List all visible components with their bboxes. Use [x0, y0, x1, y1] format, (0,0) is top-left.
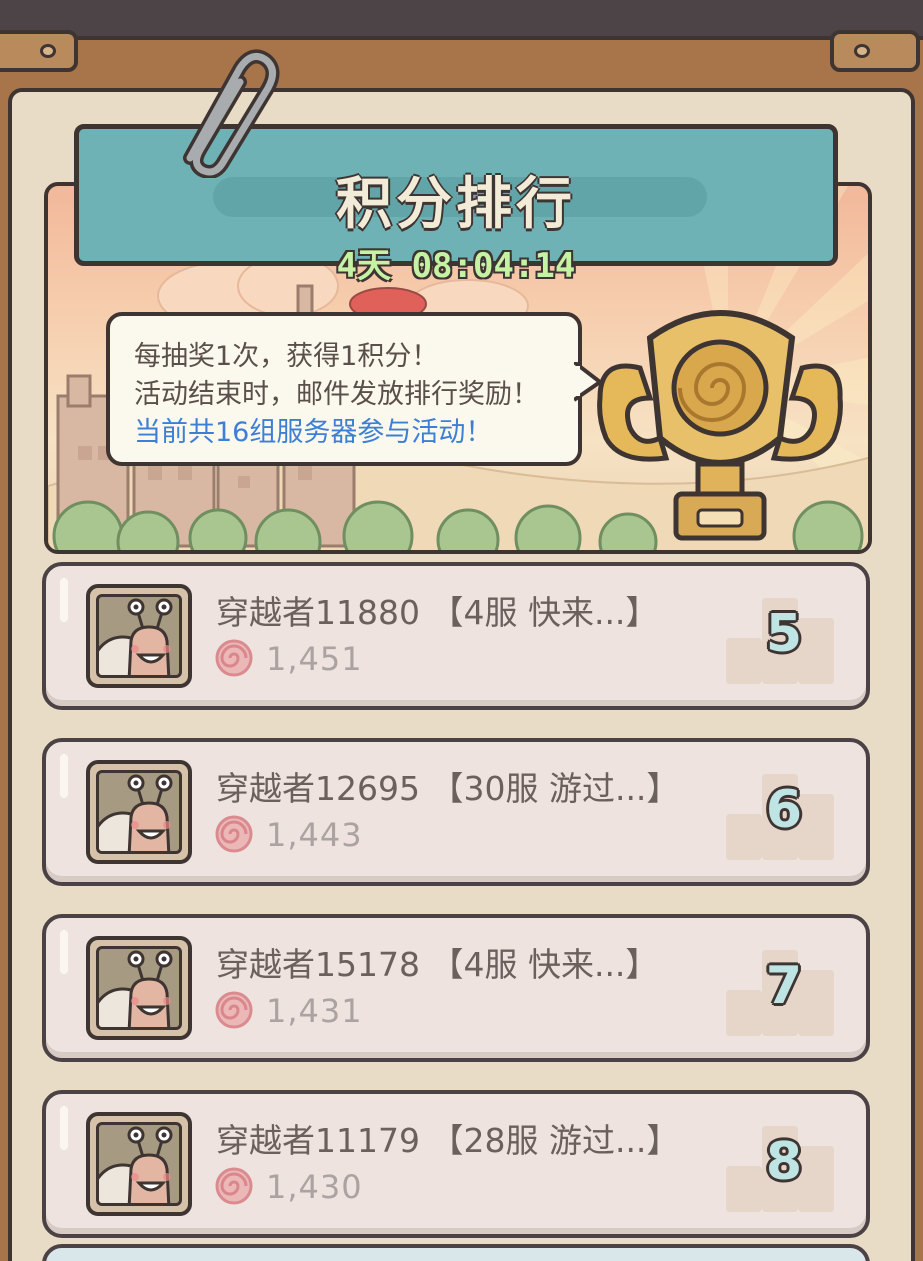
- player-name: 穿越者11880 【4服 快来...】: [216, 593, 659, 632]
- info-bubble: 每抽奖1次，获得1积分！ 活动结束时，邮件发放排行奖励！ 当前共16组服务器参与…: [106, 312, 582, 466]
- ranking-screen: 积分排行 4天 08:04:14 每抽奖1次，获得1积分！ 活动结束时，邮件发放…: [0, 0, 923, 1261]
- avatar[interactable]: [86, 1112, 192, 1216]
- rank-number: 8: [765, 1132, 803, 1192]
- snail-avatar-icon: [99, 950, 173, 1027]
- snail-avatar-icon: [99, 598, 173, 675]
- snail-shell-icon: [215, 815, 253, 853]
- snail-avatar-icon: [99, 774, 173, 851]
- snail-shell-icon: [215, 991, 253, 1029]
- leaderboard-row[interactable]: 穿越者11179 【28服 游过...】 1,430 8: [42, 1090, 870, 1238]
- player-score: 1,451: [266, 640, 363, 678]
- frame-tab-left: [0, 30, 78, 72]
- rank-number: 5: [765, 604, 803, 664]
- info-line-reward-rule: 活动结束时，邮件发放排行奖励！: [134, 379, 539, 410]
- avatar[interactable]: [86, 936, 192, 1040]
- frame-tab-right: [830, 30, 920, 72]
- leaderboard-row[interactable]: 穿越者12695 【30服 游过...】 1,443 6: [42, 738, 870, 886]
- row-shine: [60, 930, 68, 974]
- player-score: 1,430: [266, 1168, 363, 1206]
- player-name: 穿越者11179 【28服 游过...】: [216, 1121, 680, 1160]
- avatar[interactable]: [86, 584, 192, 688]
- list-item[interactable]: [42, 1244, 870, 1261]
- row-shine: [60, 1106, 68, 1150]
- player-name: 穿越者15178 【4服 快来...】: [216, 945, 659, 984]
- trophy-icon: [597, 310, 843, 541]
- row-shine: [60, 754, 68, 798]
- player-name: 穿越者12695 【30服 游过...】: [216, 769, 680, 808]
- nail-icon: [40, 44, 56, 58]
- nail-icon: [854, 44, 870, 58]
- leaderboard-row[interactable]: 穿越者11880 【4服 快来...】 1,451 5: [42, 562, 870, 710]
- player-score: 1,431: [266, 992, 363, 1030]
- info-line-server-count: 当前共16组服务器参与活动！: [134, 417, 493, 448]
- countdown-timer: 4天 08:04:14: [336, 246, 576, 286]
- snail-shell-icon: [215, 1167, 253, 1205]
- rank-number: 7: [765, 956, 803, 1016]
- bubble-tail: [574, 362, 604, 402]
- info-line-draw-rule: 每抽奖1次，获得1积分！: [134, 341, 439, 372]
- rank-number: 6: [765, 780, 803, 840]
- row-shine: [60, 578, 68, 622]
- avatar[interactable]: [86, 760, 192, 864]
- snail-shell-icon: [215, 639, 253, 677]
- paper-clip-icon: [183, 49, 280, 178]
- snail-avatar-icon: [99, 1126, 173, 1203]
- leaderboard-row[interactable]: 穿越者15178 【4服 快来...】 1,431 7: [42, 914, 870, 1062]
- player-score: 1,443: [266, 816, 363, 854]
